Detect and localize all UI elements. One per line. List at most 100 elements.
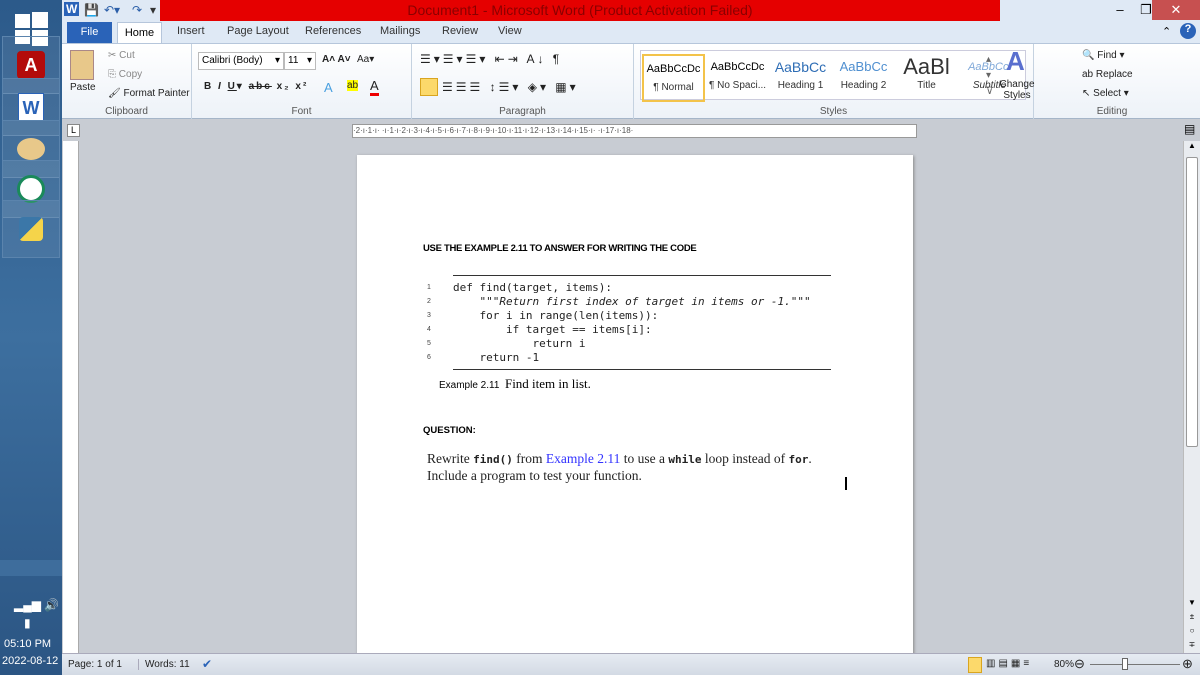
caption-text: Find item in list. — [504, 376, 591, 391]
style-name: Title — [917, 80, 936, 91]
tab-selector[interactable]: L — [67, 124, 80, 137]
style-preview: AaBbCc — [774, 59, 827, 75]
find-button[interactable]: 🔍 Find ▾ — [1082, 50, 1125, 61]
scroll-thumb[interactable] — [1186, 157, 1198, 447]
zoom-slider[interactable] — [1090, 664, 1180, 665]
bold-italic-underline-icons[interactable]: B I U▾ abc x₂ x² — [204, 81, 308, 92]
minimize-ribbon-icon[interactable]: ⌃ — [1162, 25, 1171, 38]
print-layout-view-button[interactable] — [968, 657, 982, 673]
q-text: to use a — [620, 451, 669, 466]
view-ruler-icon[interactable]: ▤ — [1184, 122, 1195, 136]
cut-button[interactable]: ✂ Cut — [108, 50, 135, 61]
word-count[interactable]: Words: 11 — [138, 659, 190, 670]
style-name: Heading 1 — [777, 80, 824, 91]
tab-references[interactable]: References — [305, 25, 361, 37]
style-preview: AaBbCcDc — [646, 63, 701, 75]
tab-insert[interactable]: Insert — [177, 25, 205, 37]
status-bar: Page: 1 of 1 Words: 11 ✔ ▥▤▦≡ 80% ⊖ ⊕ — [62, 653, 1200, 675]
format-painter-label: Format Painter — [123, 88, 190, 99]
page-count[interactable]: Page: 1 of 1 — [68, 659, 122, 670]
paragraph-label: Paragraph — [499, 106, 546, 117]
style-preview: AaBbCc — [839, 59, 888, 74]
example-link[interactable]: Example 2.11 — [546, 451, 620, 466]
font-size-select[interactable]: 11 ▾ — [284, 52, 316, 70]
font-group: Calibri (Body) ▾ 11 ▾ A˄ A˅ Aa▾ B I U▾ abc… — [192, 44, 412, 119]
question-text: Rewrite find() from Example 2.11 to use … — [427, 451, 812, 484]
tab-review[interactable]: Review — [442, 25, 478, 37]
change-styles-icon[interactable]: A — [1006, 46, 1025, 77]
q-text: from — [512, 451, 546, 466]
replace-label: Replace — [1095, 69, 1133, 80]
paste-button[interactable]: Paste — [70, 82, 96, 93]
taskbar: A W ▂▄▆ 🔊 ▮ 05:10 PM 2022-08-12 — [0, 0, 62, 675]
word-logo-icon: W — [64, 2, 80, 16]
customize-qat-icon[interactable]: ▾ — [150, 3, 156, 17]
tab-page-layout[interactable]: Page Layout — [227, 25, 289, 37]
q-text: . — [808, 451, 812, 466]
network-volume-icon[interactable]: ▂▄▆ 🔊 — [14, 598, 59, 612]
style-title[interactable]: AaBl Title — [895, 54, 958, 102]
font-color-icon[interactable]: A — [370, 78, 379, 96]
styles-group: AaBbCcDc ¶ Normal AaBbCcDc ¶ No Spaci... A… — [634, 44, 1035, 119]
highlight-icon[interactable]: ab — [347, 80, 359, 91]
scroll-up-icon[interactable]: ▲ — [1184, 141, 1200, 150]
replace-button[interactable]: ab Replace — [1082, 69, 1133, 80]
align-left-button[interactable] — [420, 78, 438, 96]
font-name-select[interactable]: Calibri (Body) ▾ — [198, 52, 284, 70]
save-icon[interactable]: 💾 — [84, 3, 99, 17]
ribbon-tabs: File Home Insert Page Layout References … — [62, 21, 1200, 44]
redo-icon[interactable]: ↷ — [132, 3, 142, 17]
zoom-level[interactable]: 80% — [1054, 659, 1074, 670]
window-title: Document1 - Microsoft Word (Product Acti… — [160, 0, 1000, 21]
battery-icon[interactable]: ▮ — [24, 616, 31, 630]
tab-mailings[interactable]: Mailings — [380, 25, 420, 37]
change-styles-button[interactable]: Change Styles — [999, 79, 1035, 101]
select-button[interactable]: ↖ Select ▾ — [1082, 88, 1129, 99]
zoom-in-button[interactable]: ⊕ — [1182, 656, 1193, 672]
paragraph-group: ☰▾☰▾☰▾ ⇤⇥ A↓ ¶ ☰☰☰ ↕☰▾ ◈▾ ▦▾ Paragraph — [412, 44, 634, 119]
grow-shrink-font-icons[interactable]: A˄ A˅ — [322, 54, 351, 65]
tab-view[interactable]: View — [498, 25, 522, 37]
style-heading-1[interactable]: AaBbCc Heading 1 — [769, 54, 832, 102]
format-painter-button[interactable]: 🖌 Format Painter — [108, 88, 190, 99]
question-label: QUESTION: — [423, 425, 476, 436]
vertical-ruler[interactable] — [63, 141, 79, 653]
style-preview: AaBbCcDc — [710, 61, 765, 73]
q-line-2: Include a program to test your function. — [427, 468, 642, 483]
clipboard-label: Clipboard — [105, 106, 148, 117]
taskbar-scroll[interactable] — [0, 560, 62, 576]
proofing-icon[interactable]: ✔ — [202, 657, 212, 671]
vertical-scrollbar[interactable]: ▲ ▼ ± ○ ∓ — [1183, 141, 1200, 653]
q-text: Rewrite — [427, 451, 474, 466]
document-page[interactable]: USE THE EXAMPLE 2.11 TO ANSWER FOR WRITI… — [357, 155, 913, 655]
clock-time[interactable]: 05:10 PM — [4, 638, 51, 650]
text-cursor — [845, 477, 847, 490]
undo-icon[interactable]: ↶▾ — [104, 3, 120, 17]
help-icon[interactable]: ? — [1180, 23, 1196, 39]
tab-file[interactable]: File — [67, 22, 112, 43]
code-line: return -1 — [453, 351, 540, 364]
style-normal[interactable]: AaBbCcDc ¶ Normal — [642, 54, 705, 102]
tab-home[interactable]: Home — [117, 22, 162, 44]
line-number: 3 — [427, 312, 431, 319]
style-heading-2[interactable]: AaBbCc Heading 2 — [832, 54, 895, 102]
python-icon[interactable] — [2, 200, 60, 258]
styles-scroll-icons[interactable]: ▴ ▾ ⊽ — [986, 52, 993, 100]
styles-label: Styles — [819, 106, 848, 117]
copy-button[interactable]: ⎘ Copy — [108, 69, 142, 80]
zoom-slider-thumb[interactable] — [1122, 658, 1128, 670]
horizontal-ruler[interactable]: ·2·ı·1·ı· ·ı·1·ı·2·ı·3·ı·4·ı·5·ı·6·ı·7·ı… — [352, 124, 917, 138]
align-spacing-icons[interactable]: ☰☰☰ ↕☰▾ ◈▾ ▦▾ — [442, 80, 579, 94]
view-buttons[interactable]: ▥▤▦≡ — [986, 658, 1032, 669]
change-case-icon[interactable]: Aa▾ — [357, 54, 374, 65]
close-button[interactable]: ✕ — [1152, 0, 1200, 20]
style-no-spacing[interactable]: AaBbCcDc ¶ No Spaci... — [706, 54, 769, 102]
browse-buttons[interactable]: ▼ ± ○ ∓ — [1184, 596, 1200, 652]
list-indent-icons[interactable]: ☰▾☰▾☰▾ ⇤⇥ A↓ ¶ — [420, 52, 562, 66]
zoom-out-button[interactable]: ⊖ — [1074, 656, 1085, 672]
line-number: 5 — [427, 340, 431, 347]
paste-icon[interactable] — [70, 50, 94, 80]
copy-label: Copy — [118, 69, 143, 80]
text-effects-icon[interactable]: A — [324, 80, 333, 95]
q-code: find() — [473, 453, 513, 466]
